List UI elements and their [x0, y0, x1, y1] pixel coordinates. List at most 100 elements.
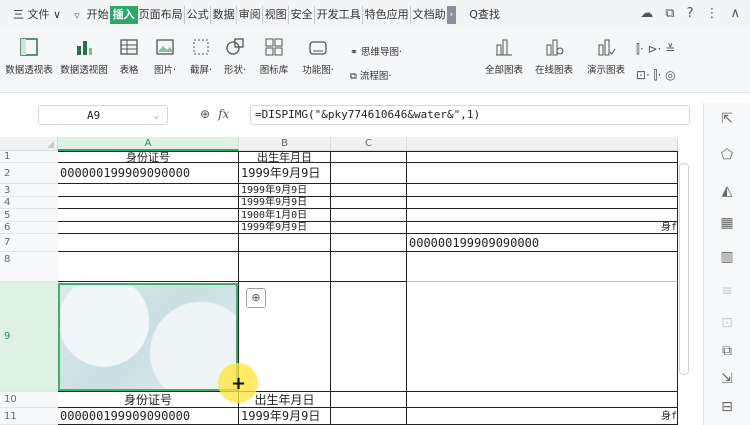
- tab-developer[interactable]: 开发工具: [313, 6, 362, 24]
- row-header[interactable]: 2: [0, 163, 58, 184]
- zoom-formula-icon[interactable]: ⊕: [200, 107, 210, 121]
- tab-insert[interactable]: 插入: [109, 6, 138, 24]
- cell-b1[interactable]: 出生年月日: [239, 151, 331, 163]
- cell-a11[interactable]: 000000199909090000: [58, 408, 239, 425]
- cell-d5[interactable]: [407, 209, 678, 222]
- row-header[interactable]: 7: [0, 234, 58, 252]
- cell-d8[interactable]: [407, 252, 678, 282]
- cell-c10[interactable]: [331, 392, 407, 408]
- cell-c11[interactable]: [331, 408, 407, 425]
- more-tabs-button[interactable]: ›: [446, 6, 457, 24]
- undo-dropdown-icon[interactable]: ▿: [74, 9, 80, 22]
- fill-icon[interactable]: ◭: [718, 183, 736, 201]
- select-arrow-icon[interactable]: ⇱: [718, 111, 736, 129]
- row-header[interactable]: 8: [0, 252, 58, 282]
- layout-grid-icon[interactable]: ▦: [718, 215, 736, 233]
- row-header[interactable]: 4: [0, 197, 58, 209]
- cell-b7[interactable]: [239, 234, 331, 252]
- cell-a1[interactable]: 身份证号: [58, 151, 239, 163]
- chart-more-icons-2[interactable]: ⊡· ⫿· ◎: [636, 68, 676, 83]
- tab-security[interactable]: 安全: [287, 6, 314, 24]
- row-header[interactable]: 6: [0, 222, 58, 234]
- cell-c3[interactable]: [331, 184, 407, 197]
- embedded-picture[interactable]: [58, 283, 238, 391]
- row-header[interactable]: 1: [0, 151, 58, 163]
- more-icon[interactable]: ⋮: [705, 6, 718, 21]
- cell-b8[interactable]: [239, 252, 331, 282]
- search-button[interactable]: Q查找: [468, 6, 501, 24]
- flowchart-button[interactable]: ⧉ 流程图·: [350, 68, 391, 82]
- cell-d3[interactable]: [407, 184, 678, 197]
- scrollbar-thumb[interactable]: [679, 163, 689, 375]
- all-charts-button[interactable]: 全部图表: [482, 36, 526, 76]
- tab-data[interactable]: 数据: [209, 6, 236, 24]
- cell-c8[interactable]: [331, 252, 407, 282]
- cell-c9[interactable]: [331, 282, 407, 392]
- cell-b2[interactable]: 1999年9月9日: [239, 163, 331, 184]
- cell-c4[interactable]: [331, 197, 407, 209]
- name-box[interactable]: A9 ⌄: [38, 105, 168, 125]
- pivot-table-button[interactable]: 数据透视表: [4, 36, 54, 76]
- cell-b11[interactable]: 1999年9月9日: [239, 408, 331, 425]
- tab-view[interactable]: 视图: [261, 6, 288, 24]
- mind-map-button[interactable]: ⚭ 思维导图·: [350, 44, 402, 58]
- edit-icon[interactable]: ⊡: [718, 315, 736, 333]
- tab-doc-helper[interactable]: 文档助: [409, 6, 447, 24]
- export-icon[interactable]: ⇲: [718, 371, 736, 389]
- icon-library-button[interactable]: 图标库: [256, 36, 292, 76]
- cell-a2[interactable]: 000000199909090000: [58, 163, 239, 184]
- row-header[interactable]: 11: [0, 408, 58, 425]
- cell-b6[interactable]: 1999年9月9日: [239, 222, 331, 234]
- cell-a8[interactable]: [58, 252, 239, 282]
- chart-more-icons[interactable]: ⫿· ⊳· ≚: [636, 42, 675, 57]
- cell-d2[interactable]: [407, 163, 678, 184]
- tab-review[interactable]: 审阅: [235, 6, 262, 24]
- cell-d9[interactable]: [407, 282, 678, 392]
- column-header-d[interactable]: [407, 137, 678, 151]
- function-chart-button[interactable]: 功能图·: [298, 36, 338, 76]
- column-header-a[interactable]: A: [58, 137, 239, 151]
- cell-a5[interactable]: [58, 209, 239, 222]
- share-icon[interactable]: ⧉: [665, 6, 674, 21]
- zoom-icon[interactable]: ⊕: [246, 288, 266, 308]
- cell-a6[interactable]: [58, 222, 239, 234]
- cell-c5[interactable]: [331, 209, 407, 222]
- shape-button[interactable]: 形状·: [220, 36, 250, 76]
- cell-a10[interactable]: 身份证号: [58, 392, 239, 408]
- tab-formula[interactable]: 公式: [183, 6, 210, 24]
- picture-button[interactable]: 图片·: [150, 36, 180, 76]
- cell-a3[interactable]: [58, 184, 239, 197]
- screen-icon[interactable]: ⊟: [718, 399, 736, 417]
- screenshot-button[interactable]: 截屏·: [186, 36, 216, 76]
- cell-d4[interactable]: [407, 197, 678, 209]
- cell-d7[interactable]: 000000199909090000: [407, 234, 678, 252]
- demo-chart-button[interactable]: 演示图表: [584, 36, 628, 76]
- tab-features[interactable]: 特色应用: [361, 6, 410, 24]
- cell-c2[interactable]: [331, 163, 407, 184]
- cell-c7[interactable]: [331, 234, 407, 252]
- cell-a4[interactable]: [58, 197, 239, 209]
- tab-page-layout[interactable]: 页面布局: [138, 6, 184, 24]
- cell-b5[interactable]: 1900年1月0日: [239, 209, 331, 222]
- column-header-b[interactable]: B: [239, 137, 331, 151]
- cell-c1[interactable]: [331, 151, 407, 163]
- cell-b4[interactable]: 1999年9月9日: [239, 197, 331, 209]
- image-tool-icon[interactable]: ⧉: [718, 343, 736, 361]
- help-icon[interactable]: ?: [687, 6, 694, 21]
- cell-d1[interactable]: [407, 151, 678, 163]
- row-header[interactable]: 10: [0, 392, 58, 408]
- select-all-corner[interactable]: [0, 137, 58, 151]
- cell-a7[interactable]: [58, 234, 239, 252]
- row-header[interactable]: 3: [0, 184, 58, 197]
- vertical-scrollbar[interactable]: [678, 143, 689, 383]
- online-chart-button[interactable]: 在线图表: [532, 36, 576, 76]
- cell-c6[interactable]: [331, 222, 407, 234]
- cell-d6[interactable]: 身f: [407, 222, 678, 234]
- cell-d11[interactable]: 身f: [407, 408, 678, 425]
- list-icon[interactable]: ≡: [718, 283, 736, 301]
- formula-input[interactable]: =DISPIMG("&pky774610646&water&",1): [250, 105, 690, 125]
- file-menu[interactable]: 三 文件 ∨: [12, 6, 62, 24]
- tab-home[interactable]: 开始: [86, 6, 110, 24]
- cell-b3[interactable]: 1999年9月9日: [239, 184, 331, 197]
- collapse-ribbon-icon[interactable]: ∧: [730, 6, 740, 21]
